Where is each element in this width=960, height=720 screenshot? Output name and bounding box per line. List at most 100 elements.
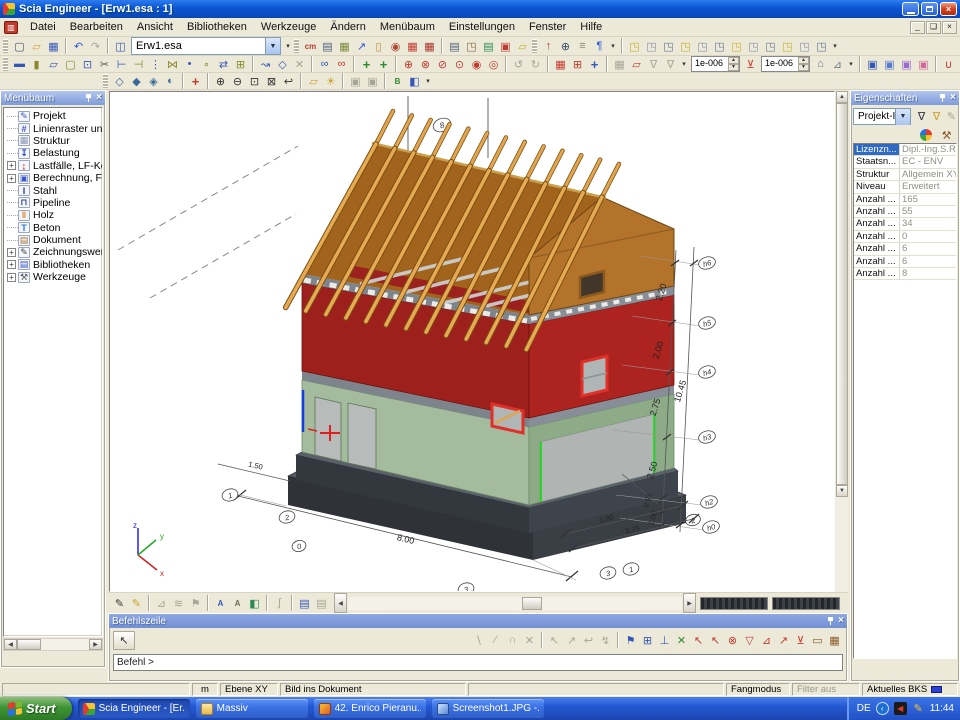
open-folder-icon[interactable]: ▱: [28, 38, 45, 54]
snap-cursor-icon[interactable]: ⚑: [622, 632, 639, 648]
notes-icon[interactable]: ▱: [514, 38, 531, 54]
command-input[interactable]: Befehl >: [113, 654, 843, 671]
spinner-down-icon[interactable]: ▼: [728, 64, 739, 71]
color-palette-icon[interactable]: [920, 129, 932, 141]
table-red-icon[interactable]: ▦: [552, 56, 569, 72]
property-row[interactable]: Anzahl ...8: [854, 268, 956, 280]
menu-item-einstellungen[interactable]: Einstellungen: [442, 19, 522, 35]
taskbar-task[interactable]: Massiv: [196, 699, 308, 718]
more-options-icon[interactable]: ▾: [608, 38, 618, 54]
intersect-icon[interactable]: ⋈: [164, 56, 181, 72]
menu-item-hilfe[interactable]: Hilfe: [573, 19, 609, 35]
activity-filter-5-icon[interactable]: ◳: [694, 38, 711, 54]
gallery-icon[interactable]: ▤: [480, 38, 497, 54]
redo-icon[interactable]: ↷: [87, 38, 104, 54]
snap-line-icon[interactable]: ∖: [470, 632, 487, 648]
support-2-icon[interactable]: ◎: [485, 56, 502, 72]
mdi-restore-button[interactable]: ❏: [926, 21, 941, 34]
more-options-icon[interactable]: ▾: [830, 38, 840, 54]
docked-panel-collapsed-2[interactable]: [772, 597, 840, 610]
select-line-icon[interactable]: ↝: [257, 56, 274, 72]
image-icon[interactable]: ◉: [387, 38, 404, 54]
vertex-2-icon[interactable]: ↗: [563, 632, 580, 648]
tray-pencil-icon[interactable]: ✎: [912, 702, 925, 715]
weld-icon[interactable]: ⊻: [742, 56, 759, 72]
sidebar-item-stahl[interactable]: IStahl: [4, 184, 102, 196]
snap-circle-icon[interactable]: ∩: [504, 632, 521, 648]
property-row[interactable]: Anzahl ...165: [854, 194, 956, 206]
precision-spinner-1[interactable]: 1e-006 ▲▼: [691, 56, 740, 72]
property-value[interactable]: 6: [900, 243, 956, 254]
select-poly-icon[interactable]: ◇: [274, 56, 291, 72]
spinner-down-icon[interactable]: ▼: [798, 64, 809, 71]
filter-icon[interactable]: ∇: [645, 56, 662, 72]
pin-icon[interactable]: [828, 617, 833, 625]
status-bks[interactable]: Aktuelles BKS: [862, 683, 958, 696]
scroll-left-icon[interactable]: ◀: [4, 639, 17, 650]
property-value[interactable]: 165: [900, 194, 956, 205]
expand-icon[interactable]: +: [7, 174, 16, 183]
activity-filter-12-icon[interactable]: ◳: [813, 38, 830, 54]
activity-filter-8-icon[interactable]: ◳: [745, 38, 762, 54]
list-icon[interactable]: ≡: [574, 38, 591, 54]
filter-2-icon[interactable]: ∇: [662, 56, 679, 72]
chain-red-icon[interactable]: ∞: [333, 56, 350, 72]
close-icon[interactable]: ×: [838, 616, 844, 626]
property-group-combobox[interactable]: Projekt-I ▼: [853, 108, 911, 125]
menubaum-hscrollbar[interactable]: ◀ ▶: [3, 638, 103, 651]
beam-icon[interactable]: ▬: [11, 56, 28, 72]
snap-endpoint-icon[interactable]: ↖: [690, 632, 707, 648]
close-button[interactable]: ×: [940, 2, 957, 16]
chevron-down-icon[interactable]: ▼: [895, 109, 910, 125]
connect-icon[interactable]: ⊞: [232, 56, 249, 72]
flag-icon[interactable]: ⚑: [187, 595, 204, 611]
menu-item-fenster[interactable]: Fenster: [522, 19, 573, 35]
zoom-in-icon[interactable]: ⊕: [212, 73, 229, 89]
roof-icon[interactable]: ⌂: [812, 56, 829, 72]
activity-filter-2-icon[interactable]: ◳: [643, 38, 660, 54]
sidebar-item-holz[interactable]: ‖Holz: [4, 209, 102, 221]
vertex-1-icon[interactable]: ↖: [546, 632, 563, 648]
save-icon[interactable]: ▦: [45, 38, 62, 54]
activity-filter-9-icon[interactable]: ◳: [762, 38, 779, 54]
palette-icon[interactable]: ◧: [246, 595, 263, 611]
activity-filter-1-icon[interactable]: ◳: [626, 38, 643, 54]
scroll-down-icon[interactable]: ▼: [836, 485, 848, 497]
toolbar-grip[interactable]: [294, 39, 299, 53]
deselect-icon[interactable]: ✕: [291, 56, 308, 72]
document-zoom-icon[interactable]: ⊕: [557, 38, 574, 54]
extend-icon[interactable]: ⊣: [130, 56, 147, 72]
menu-item-bearbeiten[interactable]: Bearbeiten: [63, 19, 130, 35]
labels-icon[interactable]: A: [212, 595, 229, 611]
node-icon[interactable]: •: [181, 56, 198, 72]
sidebar-item-werkzeuge[interactable]: +⚒Werkzeuge: [4, 271, 102, 283]
clipping-box-icon[interactable]: ▱: [305, 73, 322, 89]
magnet-icon[interactable]: ∪: [940, 56, 957, 72]
scale-icon[interactable]: ⊿: [829, 56, 846, 72]
scroll-thumb[interactable]: [17, 639, 41, 650]
sidebar-item-pipeline[interactable]: ⊓Pipeline: [4, 197, 102, 209]
minimize-button[interactable]: [902, 2, 919, 16]
property-value[interactable]: 0: [900, 231, 956, 242]
snap-table-icon[interactable]: ▦: [826, 632, 843, 648]
menu-item-menbaum[interactable]: Menübaum: [373, 19, 442, 35]
opening-icon[interactable]: ▢: [62, 56, 79, 72]
close-icon[interactable]: ×: [96, 93, 102, 103]
property-row[interactable]: StrukturAllgemein XYZ: [854, 169, 956, 181]
zoom-previous-icon[interactable]: ↩: [280, 73, 297, 89]
activity-filter-10-icon[interactable]: ◳: [779, 38, 796, 54]
scroll-right-icon[interactable]: ▶: [683, 593, 696, 613]
chain-icon[interactable]: ∞: [316, 56, 333, 72]
sidebar-item-beton[interactable]: TBeton: [4, 222, 102, 234]
storey-icon[interactable]: ≋: [170, 595, 187, 611]
tray-media-icon[interactable]: ◀: [894, 702, 907, 715]
support-icon[interactable]: ◉: [468, 56, 485, 72]
break-icon[interactable]: ⋮: [147, 56, 164, 72]
property-value[interactable]: 34: [900, 218, 956, 229]
file-combobox[interactable]: Erw1.esa ▼: [131, 37, 281, 55]
snap-midpoint-icon[interactable]: ▽: [741, 632, 758, 648]
more-options-icon[interactable]: ▾: [423, 73, 433, 89]
package-icon[interactable]: ▣: [497, 38, 514, 54]
grid-red-icon[interactable]: ⊞: [569, 56, 586, 72]
cut-icon[interactable]: ✂: [96, 56, 113, 72]
